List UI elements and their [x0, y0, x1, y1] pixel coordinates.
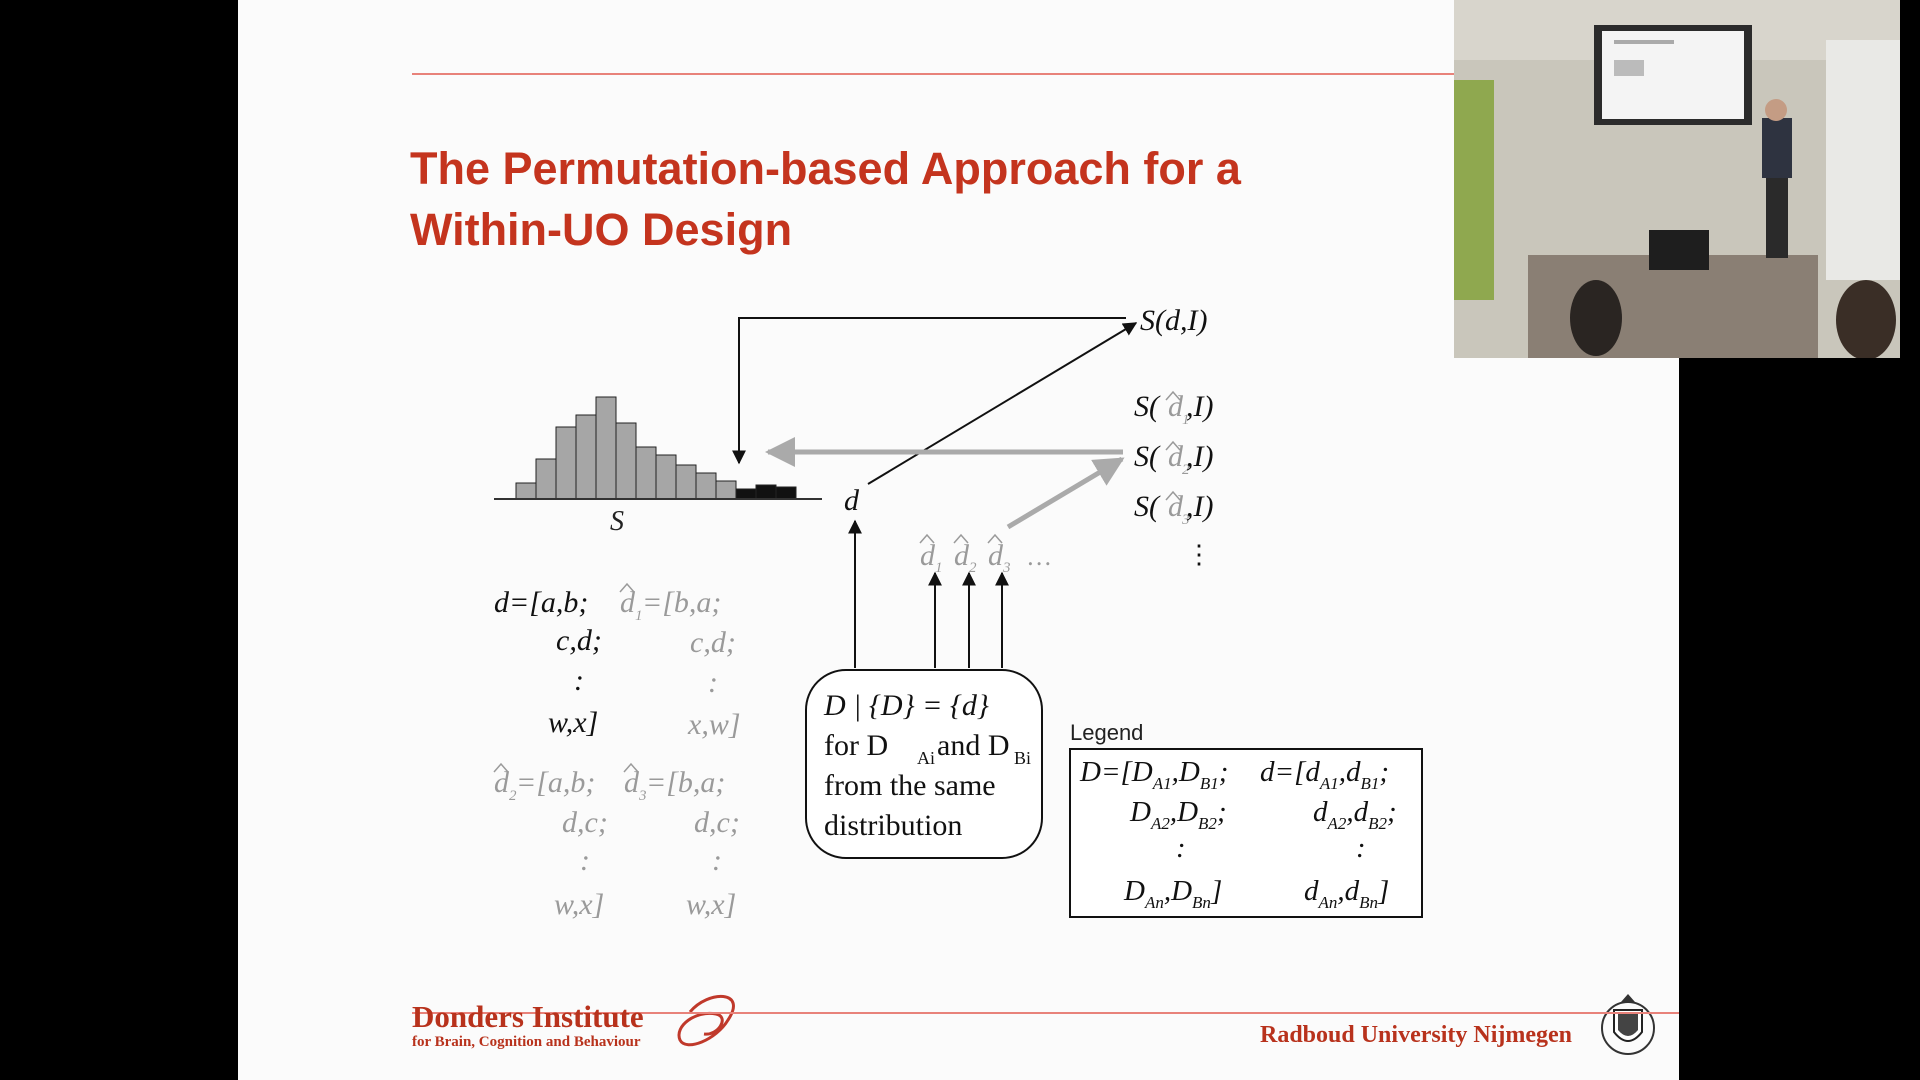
svg-text:,I): ,I) [1186, 440, 1213, 473]
svg-text:Bi: Bi [1014, 748, 1031, 768]
svg-text::: : [580, 844, 590, 877]
legend-title: Legend [1070, 720, 1144, 745]
histogram-bar [595, 396, 617, 500]
svg-text:2: 2 [969, 560, 977, 576]
d-to-stat-arrow [867, 322, 1138, 485]
stat-observed: S(d,I) [1140, 304, 1207, 337]
histogram-bar [655, 454, 677, 500]
svg-text:from the same: from the same [824, 769, 996, 802]
svg-text:w,x]: w,x] [548, 706, 598, 739]
svg-text:c,d;: c,d; [556, 624, 602, 657]
svg-text:d: d [920, 539, 936, 572]
svg-text:for D: for D [824, 729, 888, 762]
svg-text:=[b,a;: =[b,a; [646, 766, 725, 799]
dhat2-matrix: d 2 =[a,b; d,c; : w,x] [493, 762, 608, 921]
svg-text:Ai: Ai [917, 748, 935, 768]
svg-text:w,x]: w,x] [686, 888, 736, 921]
histogram-label: S [610, 506, 624, 537]
dhat-to-stat-arrow [1006, 456, 1125, 530]
histogram-bar [615, 422, 637, 500]
right-letterbox [1900, 0, 1920, 1080]
svg-text:distribution: distribution [824, 809, 962, 842]
histogram-bar [555, 426, 577, 500]
svg-text:x,w]: x,w] [687, 708, 741, 741]
stat-perm-3: S( d 3 ,I) [1134, 490, 1213, 528]
svg-text:…: … [1028, 542, 1051, 571]
svg-text:D | {D} = {d}: D | {D} = {d} [823, 689, 989, 722]
dhat-labels: d 1 d 2 d 3 … [919, 533, 1051, 576]
histogram-bar [635, 446, 657, 500]
null-distribution-histogram [515, 396, 797, 500]
svg-text:d,c;: d,c; [562, 806, 608, 839]
histogram-bar [695, 472, 717, 500]
histogram-bar [675, 464, 697, 500]
institute-subtitle: for Brain, Cognition and Behaviour [412, 1034, 641, 1050]
stat-perm-1: S( d 1 ,I) [1134, 390, 1213, 428]
svg-text:=[a,b;: =[a,b; [516, 766, 595, 799]
d-label: d [844, 484, 860, 517]
radboud-crest-icon [1601, 994, 1655, 1055]
svg-text::: : [1356, 832, 1366, 864]
svg-text:d: d [988, 539, 1004, 572]
svg-text::: : [712, 844, 722, 877]
svg-text::: : [708, 666, 718, 699]
svg-text:c,d;: c,d; [690, 626, 736, 659]
dhat1-matrix: d 1 =[b,a; c,d; : x,w] [619, 582, 741, 741]
svg-text:S(: S( [1134, 390, 1161, 423]
stat-perm-2: S( d 2 ,I) [1134, 440, 1213, 478]
histogram-bar [715, 480, 737, 500]
university-name: Radboud University Nijmegen [1260, 1022, 1573, 1048]
svg-text:w,x]: w,x] [554, 888, 604, 921]
histogram-bar [775, 486, 797, 500]
dhat3-matrix: d 3 =[b,a; d,c; : w,x] [623, 762, 740, 921]
svg-text:,I): ,I) [1186, 390, 1213, 423]
svg-text:d,c;: d,c; [694, 806, 740, 839]
svg-text::: : [1176, 832, 1186, 864]
donders-logo-icon [677, 994, 735, 1047]
svg-text:S(: S( [1134, 490, 1161, 523]
svg-text:=[b,a;: =[b,a; [642, 586, 721, 619]
histogram-bar [575, 414, 597, 500]
svg-text:and D: and D [937, 729, 1009, 762]
histogram-bar [535, 458, 557, 500]
stat-vdots: ⋮ [1186, 540, 1212, 569]
institute-name: Donders Institute [412, 999, 644, 1034]
d-matrix: d=[a,b; c,d; : w,x] [494, 586, 602, 739]
svg-text::: : [574, 664, 584, 697]
lecture-room-image [1454, 0, 1900, 358]
svg-text:d: d [954, 539, 970, 572]
donders-institute-logo: Donders Institute for Brain, Cognition a… [412, 999, 644, 1051]
svg-text:,I): ,I) [1186, 490, 1213, 523]
svg-text:S(: S( [1134, 440, 1161, 473]
histogram-bar [735, 488, 757, 500]
camera-feed [1454, 0, 1900, 358]
svg-text:3: 3 [1002, 560, 1011, 576]
observed-stat-arrow [732, 317, 1126, 465]
svg-text:d=[a,b;: d=[a,b; [494, 586, 588, 619]
svg-text:1: 1 [935, 560, 943, 576]
histogram-bar [515, 482, 537, 500]
histogram-bar [755, 484, 777, 500]
